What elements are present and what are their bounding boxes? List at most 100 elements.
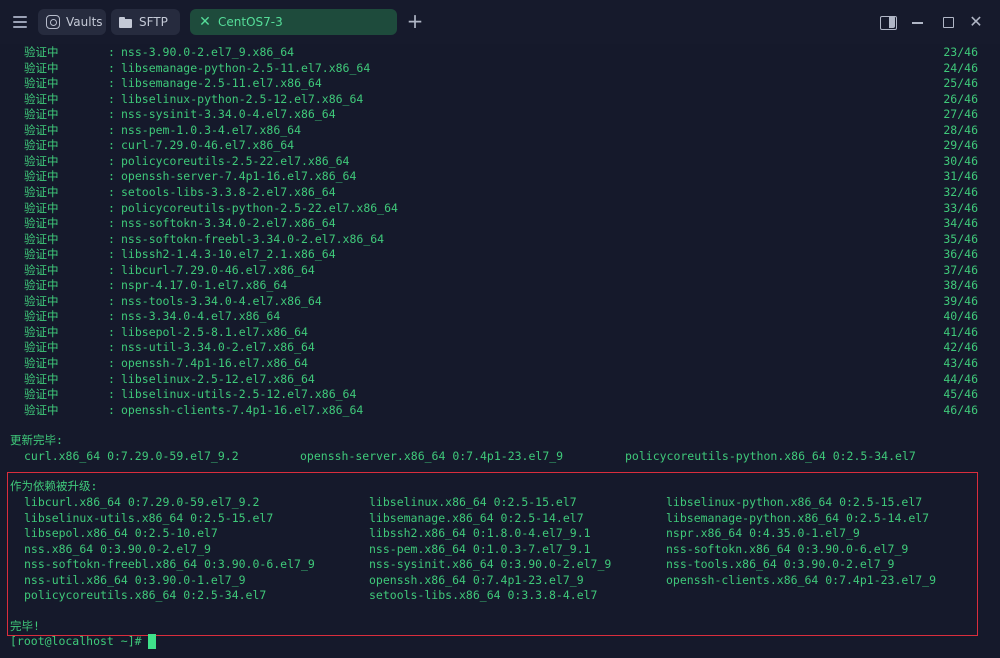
verify-separator: : [108, 45, 115, 59]
verify-separator: : [108, 153, 115, 168]
verify-row: 验证中: libsepol-2.5-8.1.el7.x86_64 41/46 [0, 325, 1000, 341]
dependency-package: setools-libs.x86_64 0:3.3.8-4.el7 [369, 588, 598, 602]
verify-separator: : [108, 309, 115, 324]
tab-centos7-3[interactable]: ✕ CentOS7-3 [190, 9, 397, 35]
verify-status: 验证中 [24, 278, 59, 293]
verify-status: 验证中 [24, 76, 59, 91]
verify-status: 验证中 [24, 216, 59, 231]
verify-package: openssh-7.4p1-16.el7.x86_64 [121, 356, 308, 370]
dependency-package: nss-pem.x86_64 0:1.0.3-7.el7_9.1 [369, 541, 591, 556]
dependency-package: libcurl.x86_64 0:7.29.0-59.el7_9.2 [24, 495, 260, 509]
verify-count: 31/46 [943, 169, 978, 184]
tab-label: SFTP [139, 15, 168, 29]
dependency-package: libsemanage.x86_64 0:2.5-14.el7 [369, 510, 584, 525]
verify-status: 验证中 [24, 387, 59, 402]
verify-count: 36/46 [943, 247, 978, 262]
verify-package: nss-tools-3.34.0-4.el7.x86_64 [121, 293, 322, 308]
verify-row: 验证中: openssh-server-7.4p1-16.el7.x86_64 31… [0, 169, 1000, 185]
tab-label: Vaults [66, 15, 103, 29]
sidebar-toggle-icon[interactable] [878, 12, 898, 32]
verify-separator: : [108, 60, 115, 75]
complete-message: 完毕! [10, 619, 40, 633]
verify-separator: : [108, 231, 115, 246]
hamburger-menu-icon[interactable] [10, 12, 30, 32]
verify-separator: : [108, 247, 115, 262]
verify-separator: : [108, 340, 115, 355]
close-window-icon[interactable]: ✕ [966, 12, 986, 32]
verify-count: 27/46 [943, 107, 978, 122]
dependency-package: libsepol.x86_64 0:2.5-10.el7 [24, 526, 218, 540]
verify-row: 验证中: libssh2-1.4.3-10.el7_2.1.x86_64 36/46 [0, 247, 1000, 263]
verify-status: 验证中 [24, 371, 59, 386]
verify-row: 验证中: policycoreutils-python-2.5-22.el7.x8… [0, 201, 1000, 217]
verify-status: 验证中 [24, 153, 59, 168]
verify-status: 验证中 [24, 293, 59, 308]
verify-row: 验证中: libcurl-7.29.0-46.el7.x86_64 37/46 [0, 263, 1000, 279]
verify-status: 验证中 [24, 262, 59, 277]
verify-row: 验证中: libsemanage-2.5-11.el7.x86_64 25/46 [0, 76, 1000, 92]
dependency-package: nss-softokn.x86_64 0:3.90.0-6.el7_9 [666, 541, 909, 556]
verify-status: 验证中 [24, 138, 59, 153]
verify-count: 43/46 [943, 356, 978, 370]
verify-package: libssh2-1.4.3-10.el7_2.1.x86_64 [121, 247, 336, 262]
verify-package: nss-sysinit-3.34.0-4.el7.x86_64 [121, 107, 336, 122]
verify-count: 38/46 [943, 278, 978, 293]
close-tab-icon[interactable]: ✕ [198, 15, 212, 29]
verify-row: 验证中: nss-pem-1.0.3-4.el7.x86_64 28/46 [0, 123, 1000, 139]
verify-count: 42/46 [943, 340, 978, 355]
maximize-icon[interactable] [938, 12, 958, 32]
verify-package: nss-3.90.0-2.el7_9.x86_64 [121, 45, 295, 59]
verify-count: 26/46 [943, 91, 978, 106]
verify-row: 验证中: nss-softokn-freebl-3.34.0-2.el7.x86_… [0, 232, 1000, 248]
verify-package: nss-softokn-3.34.0-2.el7.x86_64 [121, 216, 336, 231]
verify-count: 30/46 [943, 153, 978, 168]
verify-package: libselinux-2.5-12.el7.x86_64 [121, 371, 315, 386]
verify-row: 验证中: libsemanage-python-2.5-11.el7.x86_64… [0, 61, 1000, 77]
verify-separator: : [108, 91, 115, 106]
verify-package: nss-3.34.0-4.el7.x86_64 [121, 309, 281, 324]
verify-status: 验证中 [24, 91, 59, 106]
verify-row: 验证中: nss-sysinit-3.34.0-4.el7.x86_64 27/46 [0, 107, 1000, 123]
verify-status: 验证中 [24, 122, 59, 137]
dependency-package: nss-util.x86_64 0:3.90.0-1.el7_9 [24, 572, 246, 587]
verify-separator: : [108, 184, 115, 199]
verify-count: 35/46 [943, 231, 978, 246]
verify-count: 29/46 [943, 138, 978, 153]
verify-separator: : [108, 371, 115, 386]
tab-vaults[interactable]: Vaults [38, 9, 106, 35]
terminal-output[interactable]: 验证中: nss-3.90.0-2.el7_9.x86_64 23/46 验证中: li… [0, 44, 1000, 658]
verify-status: 验证中 [24, 402, 59, 417]
verify-row: 验证中: nss-3.90.0-2.el7_9.x86_64 23/46 [0, 45, 1000, 61]
verify-row: 验证中: nss-util-3.34.0-2.el7.x86_64 42/46 [0, 340, 1000, 356]
verify-package: setools-libs-3.3.8-2.el7.x86_64 [121, 184, 336, 199]
verify-row: 验证中: libselinux-2.5-12.el7.x86_64 44/46 [0, 372, 1000, 388]
verify-separator: : [108, 402, 115, 417]
verify-separator: : [108, 122, 115, 137]
dependency-package: nss-sysinit.x86_64 0:3.90.0-2.el7_9 [369, 557, 612, 571]
verify-count: 39/46 [943, 293, 978, 308]
verify-count: 24/46 [943, 60, 978, 75]
verify-package: nspr-4.17.0-1.el7.x86_64 [121, 278, 288, 293]
verify-status: 验证中 [24, 231, 59, 246]
dependency-package: libselinux.x86_64 0:2.5-15.el7 [369, 495, 577, 509]
new-tab-button[interactable]: + [404, 11, 426, 33]
dependency-package: nss-tools.x86_64 0:3.90.0-2.el7_9 [666, 557, 895, 571]
tab-sftp[interactable]: SFTP [111, 9, 180, 35]
verify-package: openssh-server-7.4p1-16.el7.x86_64 [121, 169, 357, 184]
verify-row: 验证中: libselinux-utils-2.5-12.el7.x86_64 45… [0, 387, 1000, 403]
dependency-package: libssh2.x86_64 0:1.8.0-4.el7_9.1 [369, 526, 591, 540]
minimize-icon[interactable] [908, 12, 928, 32]
tab-label: CentOS7-3 [218, 15, 283, 29]
verify-separator: : [108, 387, 115, 402]
verify-separator: : [108, 324, 115, 339]
verify-count: 46/46 [943, 402, 978, 417]
verify-row: 验证中: setools-libs-3.3.8-2.el7.x86_64 32/46 [0, 185, 1000, 201]
verify-status: 验证中 [24, 200, 59, 215]
vault-icon [46, 15, 60, 29]
verify-count: 44/46 [943, 371, 978, 386]
verify-status: 验证中 [24, 169, 59, 184]
verify-count: 45/46 [943, 387, 978, 402]
verify-row: 验证中: nss-tools-3.34.0-4.el7.x86_64 39/46 [0, 294, 1000, 310]
verify-row: 验证中: openssh-7.4p1-16.el7.x86_64 43/46 [0, 356, 1000, 372]
verify-package: libselinux-utils-2.5-12.el7.x86_64 [121, 387, 357, 402]
